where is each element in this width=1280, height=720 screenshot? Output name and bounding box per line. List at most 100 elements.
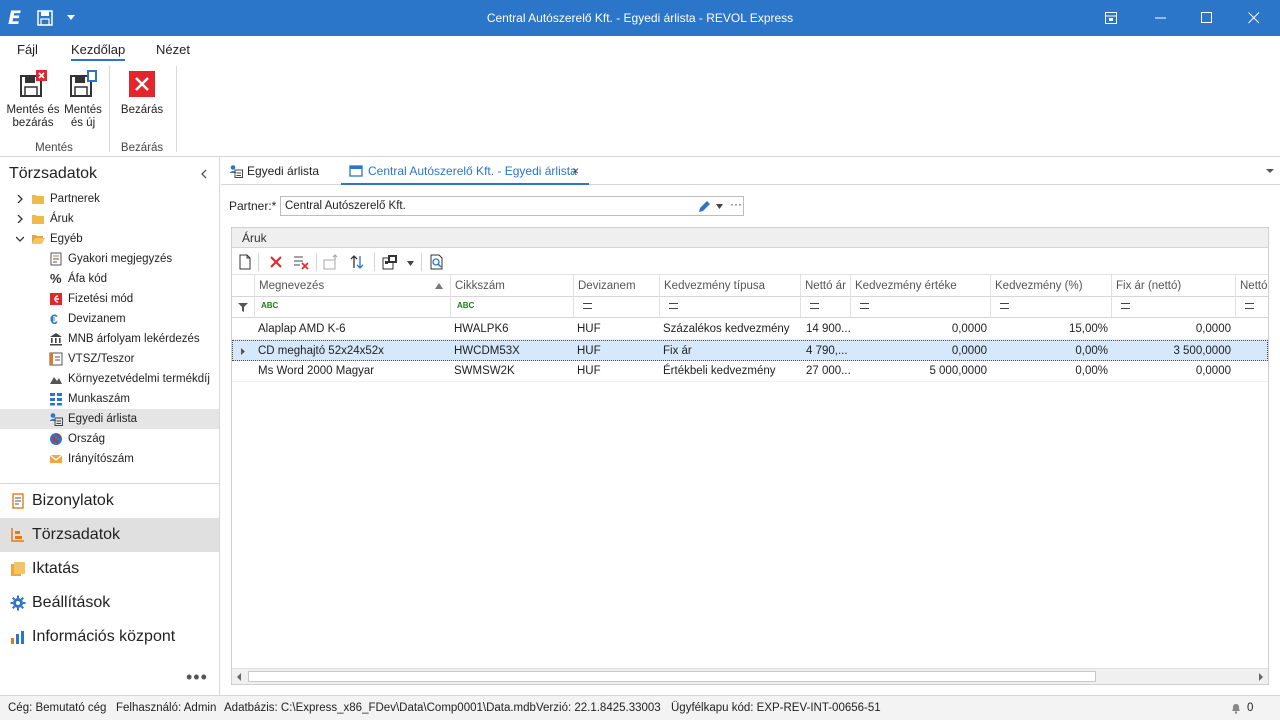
- cell-devizanem[interactable]: HUF: [577, 319, 657, 340]
- layout-dropdown-icon[interactable]: [407, 261, 414, 266]
- tree-item-egyeb[interactable]: Egyéb: [0, 229, 219, 249]
- tree-item-kornyezetvedelmi[interactable]: Környezetvédelmi termékdíj: [0, 369, 219, 389]
- nav-informacios-kozpont[interactable]: Információs központ: [0, 620, 219, 654]
- expand-icon[interactable]: [16, 195, 24, 203]
- edit-pencil-icon[interactable]: [698, 200, 711, 213]
- cell-kedvezmeny-pct[interactable]: 0,00%: [990, 361, 1108, 382]
- cell-kedvezmeny-pct[interactable]: 15,00%: [990, 319, 1108, 340]
- cell-cikkszam[interactable]: HWCDM53X: [454, 341, 572, 362]
- column-header-netto-ar[interactable]: Nettó ár: [800, 275, 850, 297]
- column-header-fix-ar[interactable]: Fix ár (nettó): [1111, 275, 1235, 297]
- move-up-icon[interactable]: [323, 254, 339, 270]
- cell-megnevezes[interactable]: Alaplap AMD K-6: [258, 319, 448, 340]
- tab-central-autoszerelo[interactable]: Central Autószerelő Kft. - Egyedi árlist…: [341, 157, 589, 185]
- tree-item-partnerek[interactable]: Partnerek: [0, 189, 219, 209]
- preview-icon[interactable]: [429, 254, 445, 270]
- scroll-right-icon[interactable]: [1258, 673, 1264, 681]
- sort-icon[interactable]: [349, 254, 365, 270]
- filter-cell-netto[interactable]: [1235, 297, 1268, 318]
- nav-iktatas[interactable]: Iktatás: [0, 552, 219, 586]
- nav-beallitasok[interactable]: Beállítások: [0, 586, 219, 620]
- cell-kedvezmeny-erteke[interactable]: 0,0000: [850, 319, 987, 340]
- table-row[interactable]: Alaplap AMD K-6 HWALPK6 HUF Százalékos k…: [232, 319, 1268, 340]
- filter-cell-megnevezes[interactable]: ABC: [254, 297, 450, 318]
- scrollbar-thumb[interactable]: [248, 671, 1096, 682]
- cell-netto-ar[interactable]: 27 000...: [806, 361, 850, 382]
- tabs-menu-icon[interactable]: [1266, 167, 1274, 175]
- cell-kedvezmeny-erteke[interactable]: 5 000,0000: [850, 361, 987, 382]
- table-row[interactable]: Ms Word 2000 Magyar SWMSW2K HUF Értékbel…: [232, 361, 1268, 382]
- ribbon-tab-home[interactable]: Kezdőlap: [71, 42, 126, 61]
- notification-bell-icon[interactable]: [1230, 702, 1242, 714]
- cell-megnevezes[interactable]: CD meghajtó 52x24x52x: [258, 341, 448, 362]
- filter-cell-kedvezmeny-pct[interactable]: [990, 297, 1111, 318]
- more-options-button[interactable]: •••: [186, 667, 208, 688]
- column-header-cikkszam[interactable]: Cikkszám: [450, 275, 573, 297]
- cell-devizanem[interactable]: HUF: [577, 361, 657, 382]
- tree-item-fizetesi-mod[interactable]: Fizetési mód: [0, 289, 219, 309]
- column-header-megnevezes[interactable]: Megnevezés: [254, 275, 450, 297]
- tree-item-afa-kod[interactable]: % Áfa kód: [0, 269, 219, 289]
- tree-item-iranyitoszam[interactable]: Irányítószám: [0, 449, 219, 469]
- filter-cell-netto-ar[interactable]: [800, 297, 850, 318]
- tree-item-devizanem[interactable]: € Devizanem: [0, 309, 219, 329]
- cell-cikkszam[interactable]: HWALPK6: [454, 319, 572, 340]
- delete-all-icon[interactable]: [293, 254, 309, 270]
- table-row-selected[interactable]: CD meghajtó 52x24x52x HWCDM53X HUF Fix á…: [232, 340, 1268, 361]
- tree-item-egyedi-arlista[interactable]: Egyedi árlista: [0, 409, 219, 429]
- ribbon-tab-view[interactable]: Nézet: [156, 42, 190, 57]
- cell-fix-ar[interactable]: 0,0000: [1111, 361, 1231, 382]
- filter-cell-fix-ar[interactable]: [1111, 297, 1235, 318]
- tree-item-mnb-arfolyam[interactable]: MNB árfolyam lekérdezés: [0, 329, 219, 349]
- cell-netto-ar[interactable]: 4 790,...: [806, 341, 850, 362]
- save-and-new-button[interactable]: Mentés és új: [63, 68, 103, 130]
- expand-icon[interactable]: [16, 215, 24, 223]
- tree-item-gyakori-megjegyzes[interactable]: Gyakori megjegyzés: [0, 249, 219, 269]
- column-header-netto[interactable]: Nettó: [1235, 275, 1268, 297]
- cell-fix-ar[interactable]: 0,0000: [1111, 319, 1231, 340]
- tree-item-orszag[interactable]: Ország: [0, 429, 219, 449]
- column-header-kedvezmeny-tipusa[interactable]: Kedvezmény típusa: [659, 275, 800, 297]
- filter-cell-cikkszam[interactable]: ABC: [450, 297, 573, 318]
- tab-egyedi-arlista[interactable]: Egyedi árlista: [229, 157, 339, 185]
- filter-cell-kedvezmeny-erteke[interactable]: [850, 297, 990, 318]
- close-tab-button[interactable]: ×: [572, 157, 579, 185]
- column-header-kedvezmeny-erteke[interactable]: Kedvezmény értéke: [850, 275, 990, 297]
- cell-kedvezmeny-tipusa[interactable]: Fix ár: [663, 341, 799, 362]
- minimize-button[interactable]: [1138, 0, 1184, 36]
- cell-megnevezes[interactable]: Ms Word 2000 Magyar: [258, 361, 448, 382]
- horizontal-scrollbar[interactable]: [232, 668, 1268, 684]
- close-document-button[interactable]: Bezárás: [118, 68, 166, 117]
- cell-cikkszam[interactable]: SWMSW2K: [454, 361, 572, 382]
- ribbon-display-options-button[interactable]: [1088, 0, 1134, 36]
- nav-torzsadatok[interactable]: Törzsadatok: [0, 518, 219, 552]
- collapse-icon[interactable]: [16, 235, 24, 243]
- filter-cell-kedvezmeny-tipusa[interactable]: [659, 297, 800, 318]
- new-row-icon[interactable]: [237, 254, 253, 270]
- dropdown-arrow-icon[interactable]: [716, 204, 723, 209]
- partner-more-button[interactable]: ···: [730, 197, 742, 211]
- tree-item-aruk[interactable]: Áruk: [0, 209, 219, 229]
- nav-bizonylatok[interactable]: Bizonylatok: [0, 484, 219, 518]
- column-header-devizanem[interactable]: Devizanem: [573, 275, 659, 297]
- delete-row-icon[interactable]: [268, 254, 284, 270]
- layout-icon[interactable]: [382, 254, 398, 270]
- cell-devizanem[interactable]: HUF: [577, 341, 657, 362]
- filter-cell-devizanem[interactable]: [573, 297, 659, 318]
- ribbon-tab-file[interactable]: Fájl: [17, 42, 38, 57]
- cell-netto-ar[interactable]: 14 900...: [806, 319, 850, 340]
- maximize-button[interactable]: [1184, 0, 1230, 36]
- cell-kedvezmeny-tipusa[interactable]: Százalékos kedvezmény: [663, 319, 799, 340]
- partner-field[interactable]: Central Autószerelő Kft. ···: [280, 196, 744, 216]
- cell-fix-ar[interactable]: 3 500,0000: [1111, 341, 1231, 362]
- column-header-kedvezmeny-pct[interactable]: Kedvezmény (%): [990, 275, 1111, 297]
- collapse-panel-icon[interactable]: [199, 169, 209, 179]
- cell-kedvezmeny-tipusa[interactable]: Értékbeli kedvezmény: [663, 361, 799, 382]
- close-window-button[interactable]: [1231, 0, 1277, 36]
- cell-kedvezmeny-pct[interactable]: 0,00%: [990, 341, 1108, 362]
- scroll-left-icon[interactable]: [236, 673, 242, 681]
- tree-item-vtsz-teszor[interactable]: VTSZ/Teszor: [0, 349, 219, 369]
- cell-kedvezmeny-erteke[interactable]: 0,0000: [850, 341, 987, 362]
- tree-item-munkaszam[interactable]: Munkaszám: [0, 389, 219, 409]
- save-and-close-button[interactable]: Mentés és bezárás: [5, 68, 61, 130]
